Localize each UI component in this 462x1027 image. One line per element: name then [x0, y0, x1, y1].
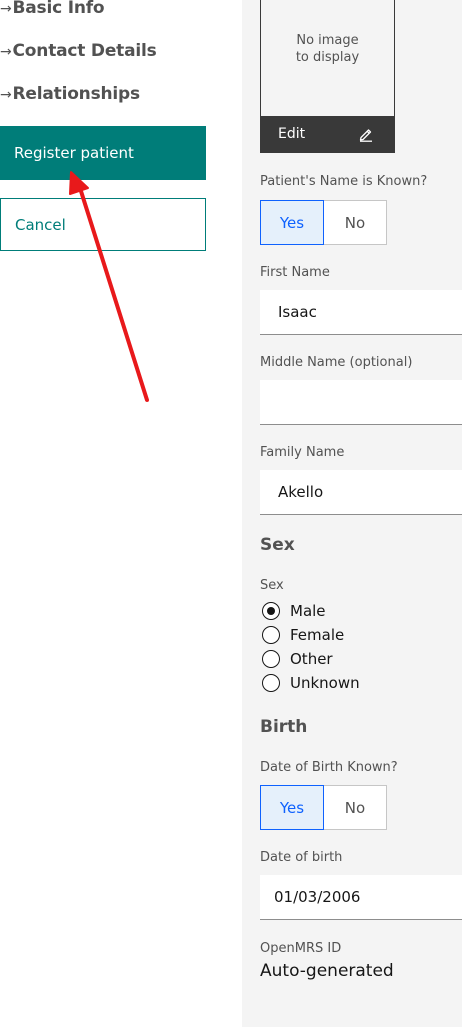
sex-section-title: Sex — [260, 535, 295, 555]
dob-field[interactable]: 01/03/2006 — [260, 875, 462, 920]
dob-known-yes-button[interactable]: Yes — [260, 785, 324, 830]
sex-option-label: Other — [290, 650, 333, 668]
sex-label: Sex — [260, 578, 284, 593]
photo-placeholder-line: No image — [296, 33, 359, 48]
nav-link-label: Basic Info — [12, 0, 105, 18]
form-navigation: →Basic Info →Contact Details →Relationsh… — [0, 0, 242, 1027]
middle-name-field[interactable] — [260, 380, 462, 425]
dob-known-label: Date of Birth Known? — [260, 760, 398, 775]
middle-name-label: Middle Name (optional) — [260, 355, 413, 370]
sex-option-female[interactable]: Female — [262, 626, 344, 644]
nav-link-label: Relationships — [12, 84, 141, 104]
openmrs-id-value: Auto-generated — [260, 961, 394, 981]
dob-label: Date of birth — [260, 850, 343, 865]
family-name-label: Family Name — [260, 445, 345, 460]
birth-section-title: Birth — [260, 717, 308, 737]
arrow-right-icon: → — [0, 1, 12, 17]
edit-photo-label: Edit — [278, 126, 306, 142]
nav-link-contact-details[interactable]: →Contact Details — [0, 41, 157, 61]
photo-placeholder-text: No image to display — [261, 32, 394, 66]
nav-link-basic-info[interactable]: →Basic Info — [0, 0, 105, 18]
edit-photo-button[interactable]: Edit — [261, 116, 394, 152]
family-name-field[interactable]: Akello — [260, 470, 462, 515]
sex-option-other[interactable]: Other — [262, 650, 333, 668]
first-name-field[interactable]: Isaac — [260, 290, 462, 335]
name-known-no-button[interactable]: No — [324, 200, 387, 245]
cancel-button[interactable]: Cancel — [0, 198, 206, 251]
radio-checked-icon — [262, 602, 280, 620]
sex-option-label: Female — [290, 626, 345, 644]
nav-link-relationships[interactable]: →Relationships — [0, 84, 140, 104]
patient-photo: No image to display Edit — [260, 0, 395, 153]
arrow-right-icon: → — [0, 87, 12, 103]
sex-option-label: Unknown — [290, 674, 360, 692]
pencil-icon — [359, 129, 372, 142]
radio-unchecked-icon — [262, 650, 280, 668]
first-name-label: First Name — [260, 265, 330, 280]
radio-unchecked-icon — [262, 674, 280, 692]
openmrs-id-label: OpenMRS ID — [260, 941, 342, 956]
radio-unchecked-icon — [262, 626, 280, 644]
sex-option-label: Male — [290, 602, 326, 620]
arrow-right-icon: → — [0, 44, 12, 60]
register-patient-button[interactable]: Register patient — [0, 126, 206, 180]
name-known-label: Patient's Name is Known? — [260, 174, 428, 189]
dob-known-toggle: Yes No — [260, 785, 387, 830]
sex-option-male[interactable]: Male — [262, 602, 326, 620]
name-known-toggle: Yes No — [260, 200, 387, 245]
dob-known-no-button[interactable]: No — [324, 785, 387, 830]
photo-placeholder-line: to display — [295, 50, 360, 65]
sex-option-unknown[interactable]: Unknown — [262, 674, 360, 692]
name-known-yes-button[interactable]: Yes — [260, 200, 324, 245]
nav-link-label: Contact Details — [12, 41, 157, 61]
